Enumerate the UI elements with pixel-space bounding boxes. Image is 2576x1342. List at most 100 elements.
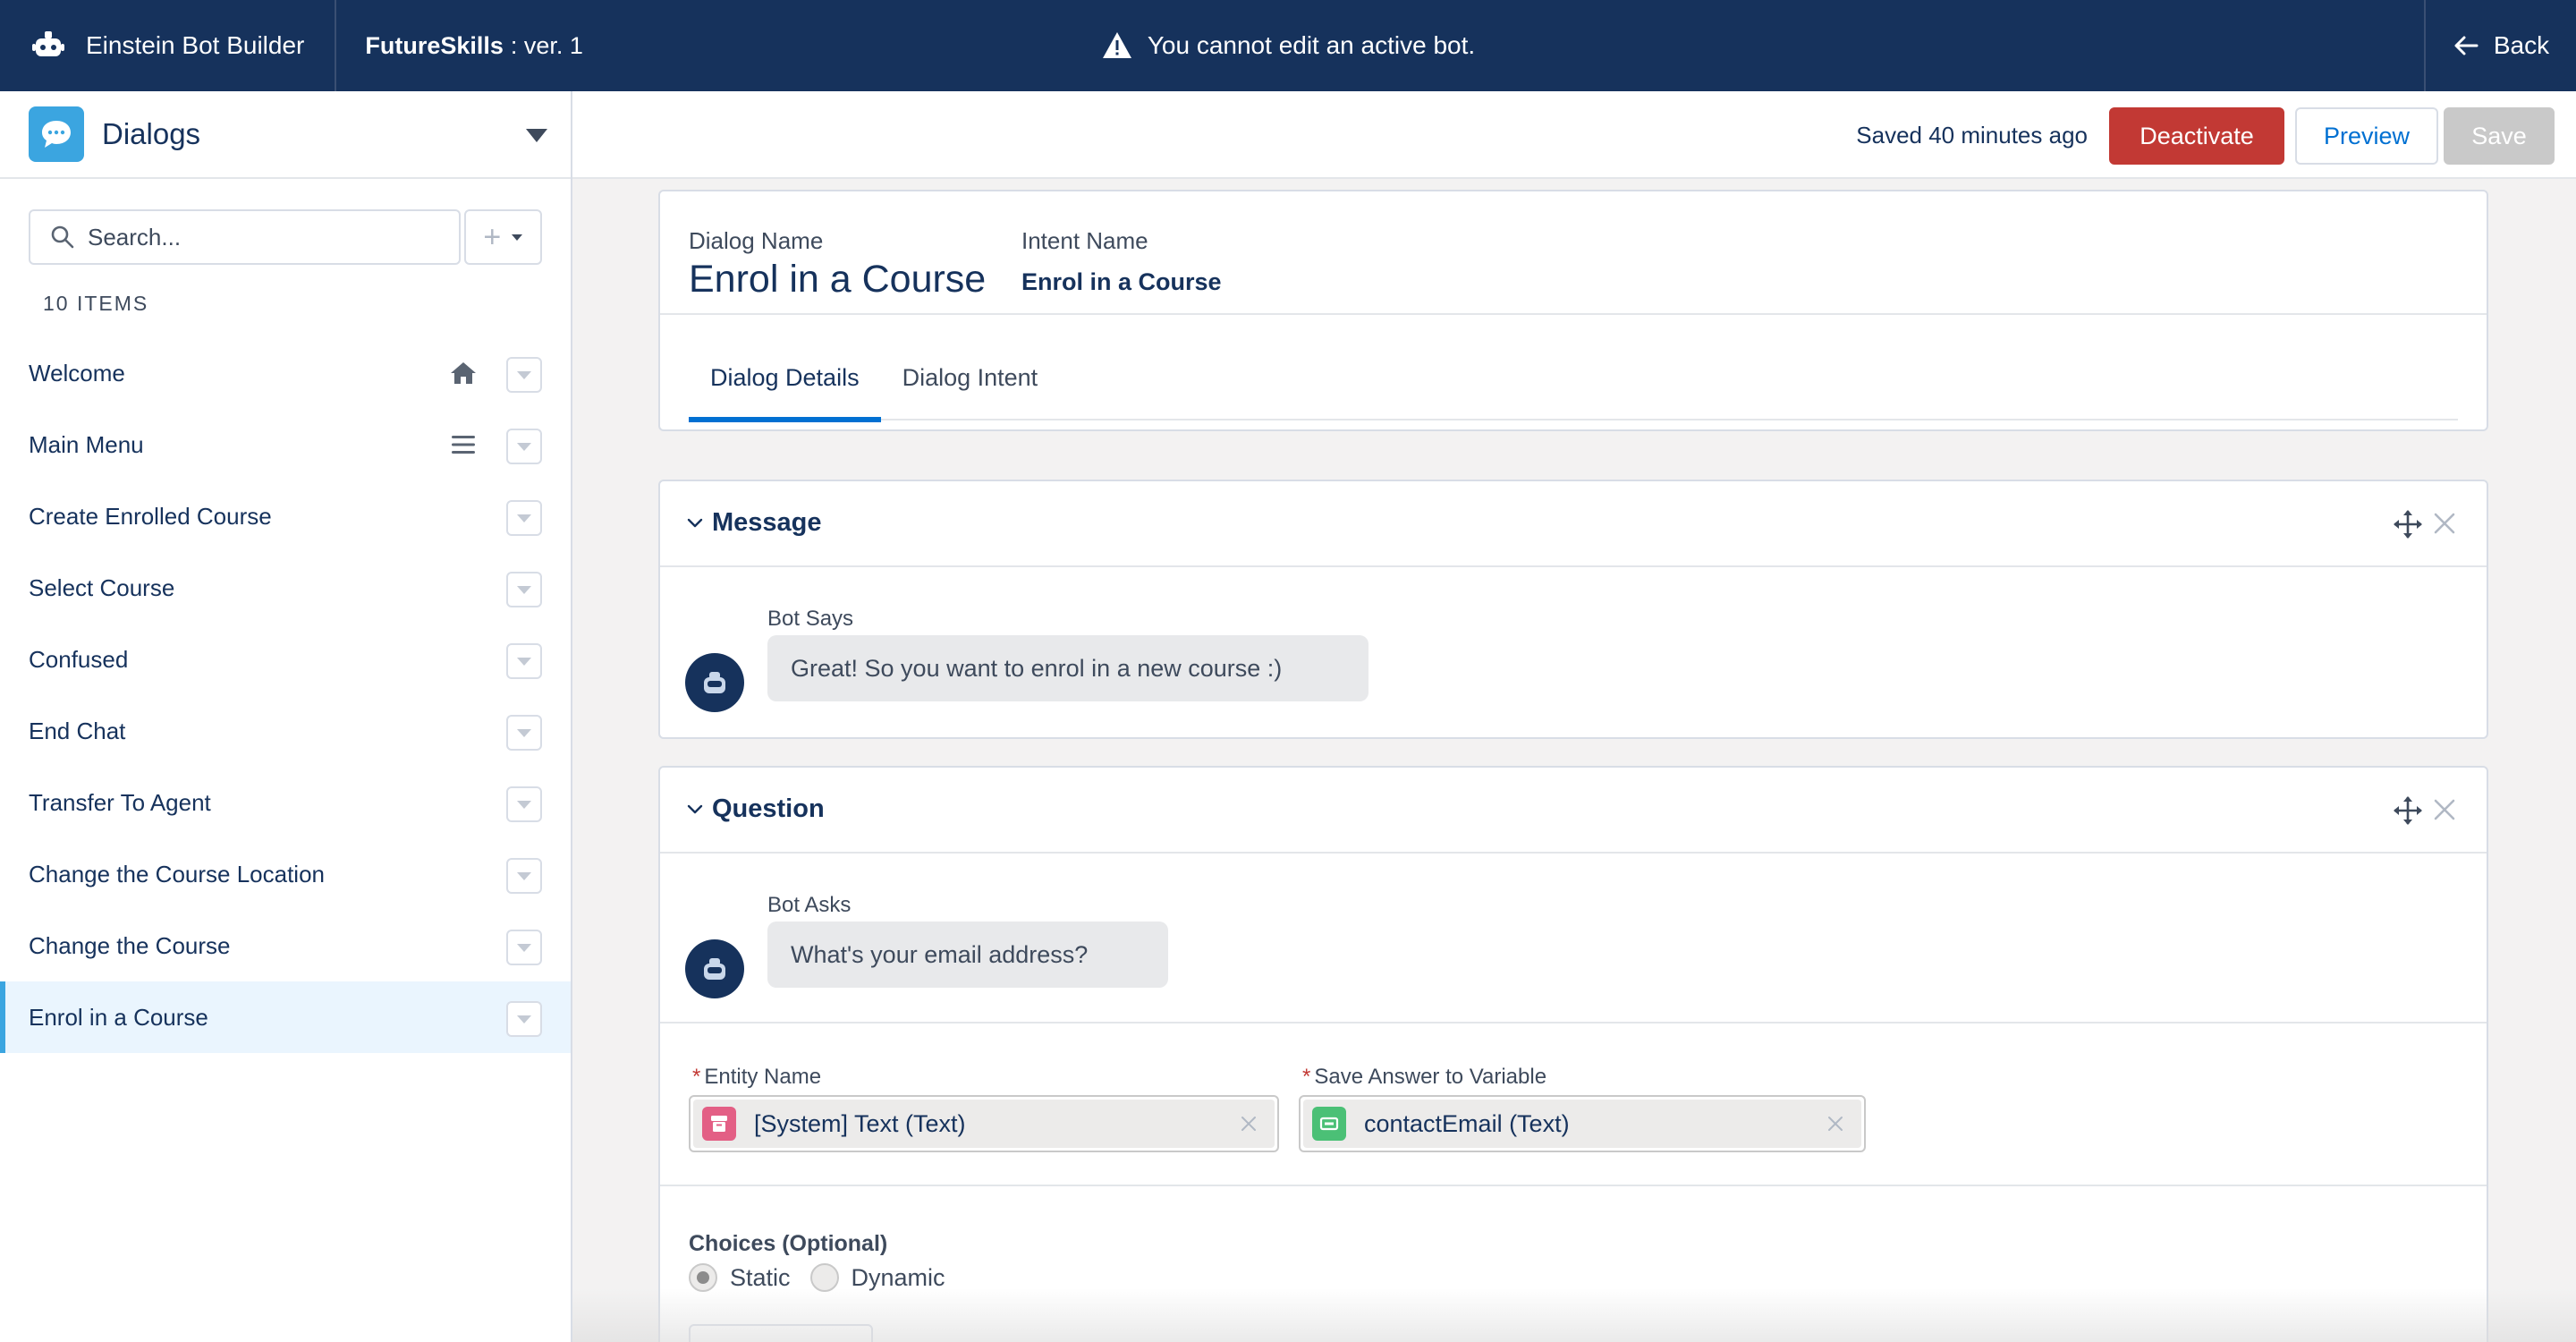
- radio-selected-dot: [697, 1271, 709, 1284]
- move-icon[interactable]: [2392, 794, 2424, 827]
- add-dialog-button[interactable]: +: [463, 209, 542, 265]
- required-mark: *: [692, 1065, 701, 1089]
- item-menu-button[interactable]: [506, 858, 542, 894]
- bot-question-bubble: What's your email address?: [767, 922, 1168, 988]
- sidebar-header[interactable]: Dialogs: [0, 91, 571, 179]
- bot-name: FutureSkills: [365, 31, 504, 59]
- caret-down-icon: [517, 370, 531, 379]
- item-menu-button[interactable]: [506, 357, 542, 393]
- caret-down-icon: [512, 234, 523, 241]
- dialog-name-label: Dialog Name: [689, 227, 824, 254]
- caret-down-icon: [517, 1015, 531, 1023]
- caret-down-icon: [517, 442, 531, 451]
- search-icon: [51, 225, 74, 249]
- move-icon[interactable]: [2392, 508, 2424, 540]
- close-icon[interactable]: [2431, 796, 2458, 823]
- clear-icon[interactable]: [1239, 1114, 1258, 1134]
- save-button[interactable]: Save: [2444, 107, 2555, 165]
- tab-dialog-details[interactable]: Dialog Details: [689, 351, 881, 422]
- item-menu-button[interactable]: [506, 786, 542, 822]
- variable-value: contactEmail (Text): [1364, 1109, 1570, 1137]
- search-input[interactable]: [88, 223, 428, 251]
- divider: [660, 1185, 2487, 1186]
- save-variable-label-text: Save Answer to Variable: [1314, 1065, 1547, 1089]
- editor-toolbar: Saved 40 minutes ago Deactivate Preview …: [572, 91, 2576, 179]
- item-menu-button[interactable]: [506, 500, 542, 536]
- message-step-header: Message: [660, 481, 2487, 567]
- radio-static-label: Static: [730, 1263, 791, 1291]
- choices-radio-group: Static Dynamic: [689, 1263, 965, 1292]
- add-choice-button[interactable]: [689, 1324, 873, 1342]
- entity-name-label: * Entity Name: [692, 1065, 821, 1090]
- sidebar-item-create-enrolled-course[interactable]: Create Enrolled Course: [0, 480, 571, 552]
- radio-dynamic-label: Dynamic: [851, 1263, 945, 1291]
- sidebar-item-main-menu[interactable]: Main Menu: [0, 409, 571, 480]
- caret-down-icon: [517, 514, 531, 522]
- sidebar-item-label: Enrol in a Course: [29, 1003, 208, 1031]
- item-menu-button[interactable]: [506, 572, 542, 607]
- entity-name-field[interactable]: [System] Text (Text): [689, 1095, 1279, 1152]
- home-icon: [451, 362, 476, 384]
- sidebar-item-enrol-in-course[interactable]: Enrol in a Course: [0, 981, 571, 1053]
- deactivate-button[interactable]: Deactivate: [2109, 107, 2284, 165]
- sidebar-item-confused[interactable]: Confused: [0, 624, 571, 695]
- tab-dialog-intent[interactable]: Dialog Intent: [881, 351, 1060, 420]
- question-step-card: Question Bot Asks What's your email addr…: [658, 766, 2488, 1342]
- sidebar-item-transfer-to-agent[interactable]: Transfer To Agent: [0, 767, 571, 838]
- chat-bubble-icon: [29, 106, 84, 162]
- dialog-tabs: Dialog Details Dialog Intent: [689, 351, 2458, 422]
- warning-text: You cannot edit an active bot.: [1147, 31, 1476, 59]
- bot-says-label: Bot Says: [767, 607, 854, 631]
- saved-status: Saved 40 minutes ago: [1856, 122, 2088, 149]
- entity-icon: [702, 1107, 736, 1141]
- robot-icon: [704, 958, 725, 980]
- step-title: Message: [712, 508, 822, 537]
- sidebar-item-change-course-location[interactable]: Change the Course Location: [0, 838, 571, 910]
- search-box[interactable]: [29, 209, 461, 265]
- chevron-down-icon[interactable]: [526, 129, 547, 142]
- dialog-info-card: Dialog Name Enrol in a Course Intent Nam…: [658, 190, 2488, 431]
- menu-lines-icon: [452, 436, 475, 454]
- radio-dynamic[interactable]: [809, 1263, 839, 1292]
- variable-pill: contactEmail (Text): [1303, 1100, 1861, 1148]
- chevron-down-icon[interactable]: [685, 800, 705, 820]
- variable-icon: [1312, 1107, 1346, 1141]
- sidebar-item-label: Create Enrolled Course: [29, 502, 272, 530]
- sidebar-item-end-chat[interactable]: End Chat: [0, 695, 571, 767]
- entity-value: [System] Text (Text): [754, 1109, 966, 1137]
- app-root: Einstein Bot Builder FutureSkills : ver.…: [0, 0, 2576, 1342]
- chevron-down-icon[interactable]: [685, 514, 705, 533]
- dialog-editor: Dialog Name Enrol in a Course Intent Nam…: [572, 179, 2576, 1342]
- required-mark: *: [1302, 1065, 1311, 1089]
- step-title: Question: [712, 794, 825, 823]
- item-menu-button[interactable]: [506, 715, 542, 751]
- back-button[interactable]: Back: [2424, 0, 2576, 91]
- entity-pill: [System] Text (Text): [693, 1100, 1275, 1148]
- preview-button[interactable]: Preview: [2295, 107, 2438, 165]
- save-variable-field[interactable]: contactEmail (Text): [1299, 1095, 1866, 1152]
- question-step-header: Question: [660, 768, 2487, 854]
- dialog-name: Enrol in a Course: [689, 258, 987, 301]
- sidebar-item-label: Welcome: [29, 359, 125, 386]
- bot-avatar: [685, 653, 744, 712]
- sidebar-item-welcome[interactable]: Welcome: [0, 337, 571, 409]
- search-row: +: [0, 179, 571, 265]
- sidebar-item-label: End Chat: [29, 717, 126, 744]
- intent-name: Enrol in a Course: [1021, 268, 1222, 295]
- sidebar-item-change-course[interactable]: Change the Course: [0, 910, 571, 981]
- item-menu-button[interactable]: [506, 429, 542, 464]
- clear-icon[interactable]: [1826, 1114, 1845, 1134]
- item-menu-button[interactable]: [506, 1001, 542, 1037]
- bot-avatar: [685, 939, 744, 998]
- divider: [660, 313, 2487, 315]
- radio-static[interactable]: [689, 1263, 717, 1292]
- dialog-list: Welcome Main Menu Create Enrolled Course: [0, 337, 571, 1053]
- divider: [660, 1022, 2487, 1023]
- item-menu-button[interactable]: [506, 930, 542, 965]
- item-menu-button[interactable]: [506, 643, 542, 679]
- sidebar-item-select-course[interactable]: Select Course: [0, 552, 571, 624]
- robot-icon: [704, 672, 725, 693]
- close-icon[interactable]: [2431, 510, 2458, 537]
- bot-message-bubble: Great! So you want to enrol in a new cou…: [767, 635, 1368, 701]
- sidebar-item-label: Transfer To Agent: [29, 788, 211, 816]
